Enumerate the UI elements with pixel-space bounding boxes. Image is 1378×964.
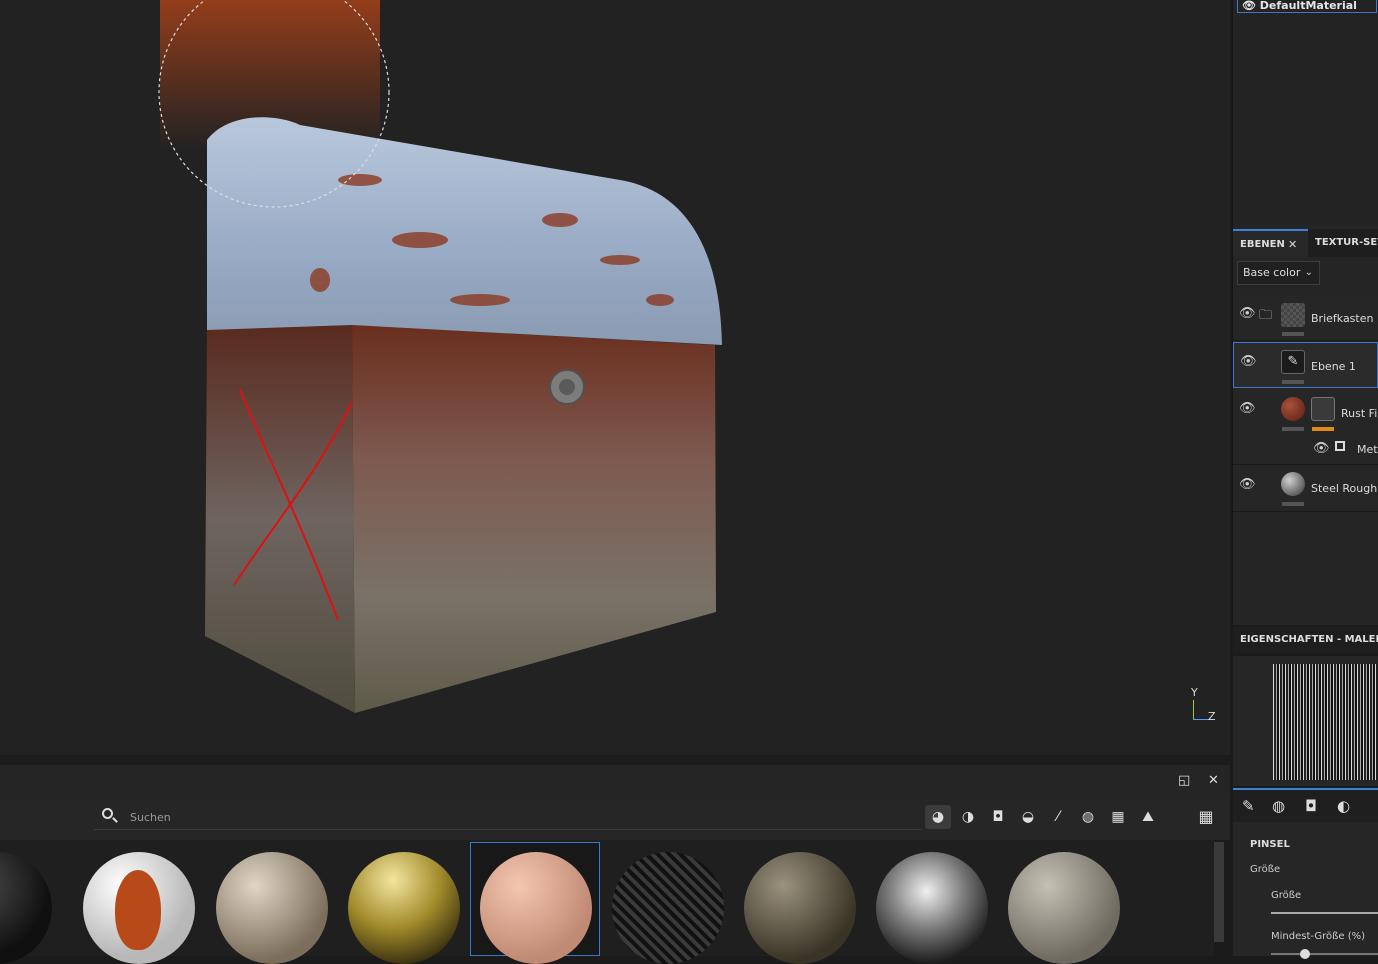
- layer-name: Steel Rough: [1311, 482, 1378, 495]
- viewport-scene: [158, 0, 722, 713]
- material-sphere: [0, 852, 52, 964]
- material-item[interactable]: [73, 842, 203, 964]
- channel-select[interactable]: Base color ⌄: [1237, 261, 1320, 285]
- tab-texture-set[interactable]: TEXTUR-SET: [1308, 229, 1378, 257]
- smart-material-icon[interactable]: ◕: [925, 805, 951, 829]
- stencil-icon[interactable]: ◘: [1305, 797, 1317, 815]
- eye-icon[interactable]: 👁: [1239, 306, 1256, 321]
- axis-y-line: [1193, 700, 1194, 720]
- brush-preview: [1233, 656, 1378, 786]
- eye-icon[interactable]: 👁: [1240, 354, 1257, 369]
- alpha-icon[interactable]: ◍: [1075, 805, 1101, 829]
- layer-name: Briefkasten: [1311, 312, 1374, 325]
- box-lid: [207, 117, 722, 345]
- axis-z-line: [1193, 719, 1209, 720]
- brush-preview-image: [1273, 664, 1378, 780]
- material-sphere: [216, 852, 328, 964]
- eye-icon[interactable]: 👁: [1242, 0, 1260, 12]
- material-sphere: [480, 852, 592, 964]
- shelf-scrollbar[interactable]: [1214, 842, 1224, 942]
- filter-icon[interactable]: ◒: [1015, 805, 1041, 829]
- tab-texture-set-label: TEXTUR-SET: [1315, 237, 1378, 248]
- axis-y-label: Y: [1191, 686, 1198, 699]
- material-item[interactable]: [734, 842, 864, 964]
- section-brush: PINSEL: [1250, 839, 1290, 850]
- layer-name: Ebene 1: [1311, 360, 1356, 373]
- box-front-face: [352, 325, 716, 713]
- material-icon[interactable]: ◐: [1337, 797, 1350, 815]
- tab-layers[interactable]: EBENEN ✕: [1233, 229, 1308, 257]
- leaf-decal: [115, 870, 161, 950]
- material-sphere: [83, 852, 195, 964]
- properties-tabs: ✎ ◍ ◘ ◐: [1233, 788, 1378, 822]
- min-size-slider[interactable]: [1271, 953, 1378, 955]
- size-slider[interactable]: [1271, 912, 1378, 914]
- opacity-bar: [1282, 332, 1304, 336]
- paint-brush-icon: ✎: [1281, 350, 1305, 374]
- material-item[interactable]: [866, 842, 996, 964]
- layer-row-briefkasten[interactable]: 👁 🗀 Briefkasten: [1233, 294, 1378, 341]
- brush-icon[interactable]: ✎: [1242, 797, 1255, 815]
- layer-row-ebene-1[interactable]: 👁 ✎ Ebene 1: [1233, 342, 1378, 388]
- opacity-bar: [1282, 427, 1304, 431]
- shelf-splitter[interactable]: [0, 755, 1230, 765]
- material-sphere: [612, 852, 724, 964]
- param-min-size-label: Mindest-Größe (%): [1271, 931, 1366, 942]
- min-size-slider-handle[interactable]: [1300, 949, 1310, 959]
- layer-row-rust-fine[interactable]: 👁 Rust Fine 👁 Metal: [1233, 389, 1378, 465]
- material-item[interactable]: [338, 842, 468, 964]
- mask-thumbnail: [1311, 397, 1335, 421]
- eye-icon[interactable]: 👁: [1239, 477, 1256, 492]
- material-item-selected[interactable]: [470, 842, 600, 964]
- material-item[interactable]: [998, 842, 1128, 964]
- material-sphere: [1008, 852, 1120, 964]
- undock-icon[interactable]: ◱: [1178, 773, 1190, 788]
- opacity-bar: [1282, 502, 1304, 506]
- material-name-text: DefaultMaterial: [1259, 0, 1357, 12]
- close-icon[interactable]: ✕: [1208, 773, 1219, 788]
- opacity-bar: [1282, 380, 1304, 384]
- search-input[interactable]: [94, 805, 922, 830]
- close-icon[interactable]: ✕: [1288, 231, 1297, 259]
- layer-thumbnail: [1281, 303, 1305, 327]
- material-sphere: [876, 852, 988, 964]
- search-icon: [102, 808, 113, 819]
- brush-icon[interactable]: ⁄: [1045, 805, 1071, 829]
- layer-row-steel-rough[interactable]: 👁 Steel Rough: [1233, 465, 1378, 512]
- eye-icon[interactable]: 👁: [1313, 441, 1330, 456]
- folder-icon: 🗀: [1259, 308, 1273, 323]
- layers-tab-bar: EBENEN ✕ TEXTUR-SET: [1233, 229, 1378, 257]
- 3d-viewport[interactable]: Y Z: [0, 0, 1230, 755]
- grid-view-icon[interactable]: ▦: [1193, 805, 1219, 829]
- group-size[interactable]: Größe: [1250, 864, 1280, 875]
- tab-layers-label: EBENEN: [1240, 239, 1285, 250]
- mask-icon: [1335, 441, 1345, 451]
- material-name[interactable]: 👁 DefaultMaterial: [1237, 0, 1377, 13]
- mask-opacity-bar: [1312, 427, 1334, 431]
- axis-z-label: Z: [1208, 710, 1216, 723]
- channel-select-value: Base color: [1243, 266, 1301, 279]
- material-item[interactable]: [602, 842, 732, 964]
- sublayer-name: Metal: [1357, 443, 1378, 456]
- material-thumbnail: [1281, 472, 1305, 496]
- material-icon[interactable]: ◑: [955, 805, 981, 829]
- material-item[interactable]: [0, 842, 60, 964]
- texture-icon[interactable]: ◍: [1272, 797, 1285, 815]
- layer-name: Rust Fine: [1341, 407, 1378, 420]
- properties-title: EIGENSCHAFTEN - MALEN: [1240, 634, 1378, 645]
- material-item[interactable]: [206, 842, 336, 964]
- material-sphere: [744, 852, 856, 964]
- param-size-label: Größe: [1271, 890, 1302, 901]
- mask-icon[interactable]: ◘: [985, 805, 1011, 829]
- material-thumbnail: [1281, 397, 1305, 421]
- chevron-down-icon: ⌄: [1304, 267, 1313, 278]
- shelf-header: [0, 765, 1230, 798]
- procedural-icon[interactable]: ▦: [1105, 805, 1131, 829]
- eye-icon[interactable]: 👁: [1239, 401, 1256, 416]
- environment-icon[interactable]: ⛰: [1135, 805, 1161, 829]
- texture-set-panel: [1232, 0, 1378, 225]
- material-sphere: [348, 852, 460, 964]
- search-placeholder: Suchen: [130, 811, 171, 824]
